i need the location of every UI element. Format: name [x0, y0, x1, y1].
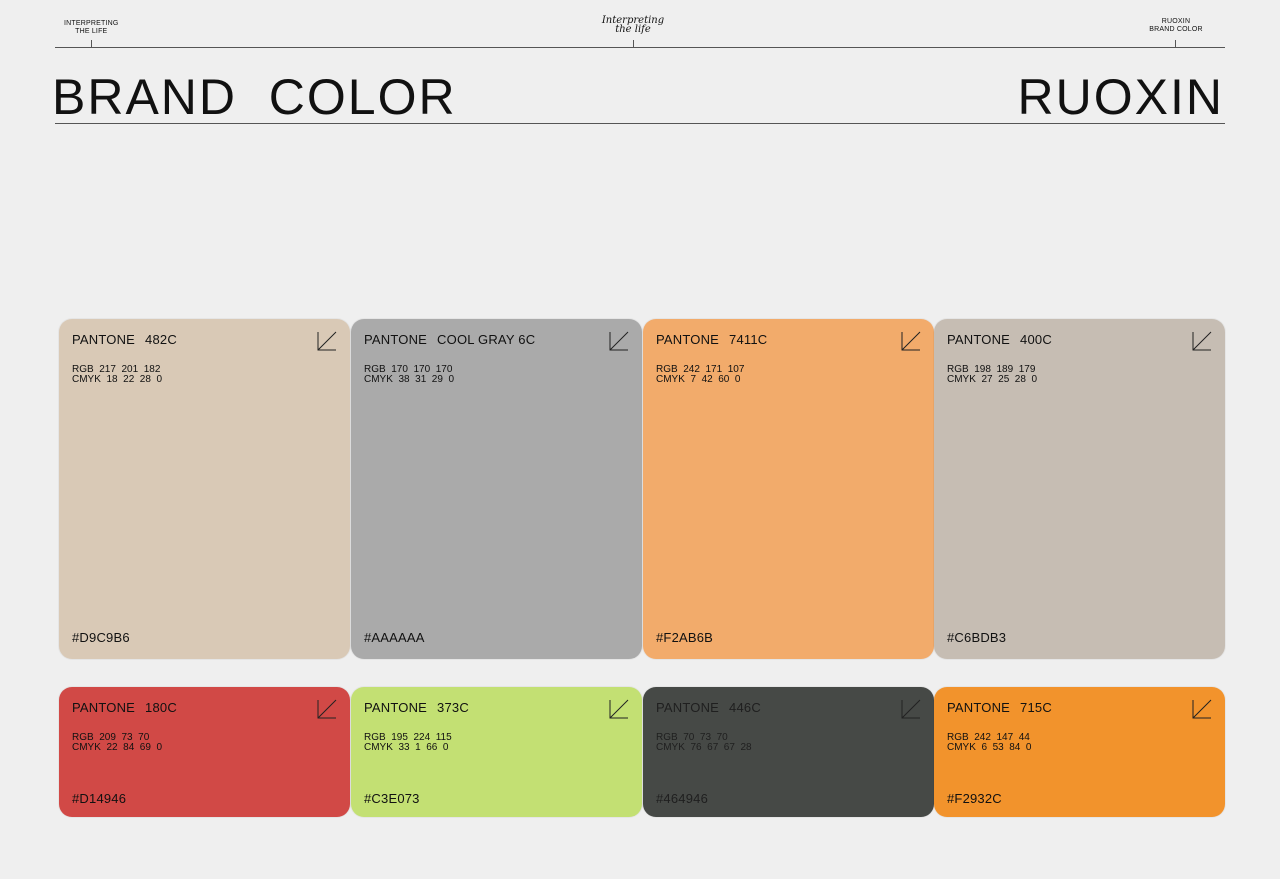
pantone-prefix: PANTONE — [947, 700, 1011, 715]
pantone-prefix: PANTONE — [72, 700, 136, 715]
header-left-line1: INTERPRETING — [64, 20, 119, 27]
hex-value: #464946 — [656, 791, 709, 806]
header-tick-right — [1175, 40, 1176, 48]
hex-value: #F2AB6B — [656, 630, 714, 645]
pantone-code: 400C — [1020, 332, 1052, 347]
header-left-line2: THE LIFE — [75, 28, 108, 35]
cmyk-value: CMYK 6 53 84 0 — [947, 742, 1032, 753]
pantone-label: PANTONE 7411C — [656, 332, 767, 347]
pantone-prefix: PANTONE — [656, 700, 720, 715]
color-specs: RGB 217 201 182 CMYK 18 22 28 0 — [72, 365, 162, 385]
pantone-label: PANTONE 482C — [72, 332, 177, 347]
header-tick-left — [91, 40, 92, 48]
page-title: BRAND COLOR — [52, 69, 457, 125]
pantone-prefix: PANTONE — [656, 332, 720, 347]
color-swatch-card[interactable]: PANTONE 715C RGB 242 147 44 CMYK 6 53 84 0… — [934, 687, 1225, 817]
pantone-code: 180C — [145, 700, 177, 715]
pantone-label: PANTONE 373C — [364, 700, 469, 715]
corner-arrow-icon — [1192, 331, 1212, 351]
color-specs: RGB 195 224 115 CMYK 33 1 66 0 — [364, 733, 452, 753]
title-rule — [55, 123, 1225, 124]
hex-value: #D9C9B6 — [72, 630, 130, 645]
color-swatch-card[interactable]: PANTONE 180C RGB 209 73 70 CMYK 22 84 69 0… — [59, 687, 350, 817]
cmyk-value: CMYK 18 22 28 0 — [72, 374, 163, 385]
header-right-tagline: RUOXIN BRAND COLOR — [1140, 18, 1212, 34]
pantone-code: 715C — [1020, 700, 1052, 715]
color-specs: RGB 209 73 70 CMYK 22 84 69 0 — [72, 733, 162, 753]
pantone-label: PANTONE 446C — [656, 700, 761, 715]
hex-value: #D14946 — [72, 791, 127, 806]
hex-value: #C3E073 — [364, 791, 420, 806]
pantone-label: PANTONE 180C — [72, 700, 177, 715]
cmyk-value: CMYK 76 67 67 28 — [656, 742, 752, 753]
corner-arrow-icon — [317, 331, 337, 351]
header-tick-center — [633, 40, 634, 48]
pantone-label: PANTONE 400C — [947, 332, 1052, 347]
header-right-line1: RUOXIN — [1161, 18, 1191, 25]
hex-value: #F2932C — [947, 791, 1002, 806]
pantone-code: COOL GRAY 6C — [437, 332, 536, 347]
header-right-line2: BRAND COLOR — [1149, 26, 1203, 33]
color-swatch-card[interactable]: PANTONE 373C RGB 195 224 115 CMYK 33 1 66 … — [351, 687, 642, 817]
pantone-prefix: PANTONE — [364, 332, 428, 347]
pantone-code: 373C — [437, 700, 469, 715]
pantone-label: PANTONE COOL GRAY 6C — [364, 332, 535, 347]
color-specs: RGB 242 147 44 CMYK 6 53 84 0 — [947, 733, 1032, 753]
header-logo-line2: the life — [615, 24, 651, 35]
pantone-code: 482C — [145, 332, 177, 347]
pantone-prefix: PANTONE — [364, 700, 428, 715]
color-specs: RGB 242 171 107 CMYK 7 42 60 0 — [656, 365, 744, 385]
pantone-prefix: PANTONE — [947, 332, 1011, 347]
color-specs: RGB 170 170 170 CMYK 38 31 29 0 — [364, 365, 454, 385]
brand-name: RUOXIN — [1017, 69, 1224, 125]
color-swatch-card[interactable]: PANTONE 7411C RGB 242 171 107 CMYK 7 42 60… — [643, 319, 934, 659]
color-swatch-card[interactable]: PANTONE 446C RGB 70 73 70 CMYK 76 67 67 28… — [643, 687, 934, 817]
pantone-label: PANTONE 715C — [947, 700, 1052, 715]
cmyk-value: CMYK 22 84 69 0 — [72, 742, 163, 753]
color-swatch-card[interactable]: PANTONE 400C RGB 198 189 179 CMYK 27 25 28… — [934, 319, 1225, 659]
pantone-code: 7411C — [729, 332, 768, 347]
pantone-prefix: PANTONE — [72, 332, 136, 347]
hex-value: #C6BDB3 — [947, 630, 1007, 645]
header-logo: Interpreting the life — [590, 16, 676, 35]
corner-arrow-icon — [1192, 699, 1212, 719]
cmyk-value: CMYK 7 42 60 0 — [656, 374, 741, 385]
cmyk-value: CMYK 38 31 29 0 — [364, 374, 455, 385]
cmyk-value: CMYK 27 25 28 0 — [947, 374, 1038, 385]
corner-arrow-icon — [901, 699, 921, 719]
pantone-code: 446C — [729, 700, 761, 715]
hex-value: #AAAAAA — [364, 630, 425, 645]
corner-arrow-icon — [901, 331, 921, 351]
color-specs: RGB 70 73 70 CMYK 76 67 67 28 — [656, 733, 752, 753]
header-rule — [55, 47, 1225, 48]
color-specs: RGB 198 189 179 CMYK 27 25 28 0 — [947, 365, 1037, 385]
color-swatch-card[interactable]: PANTONE 482C RGB 217 201 182 CMYK 18 22 28… — [59, 319, 350, 659]
cmyk-value: CMYK 33 1 66 0 — [364, 742, 449, 753]
corner-arrow-icon — [317, 699, 337, 719]
header-left-tagline: INTERPRETING THE LIFE — [64, 20, 119, 36]
corner-arrow-icon — [609, 699, 629, 719]
color-swatch-card[interactable]: PANTONE COOL GRAY 6C RGB 170 170 170 CMYK … — [351, 319, 642, 659]
corner-arrow-icon — [609, 331, 629, 351]
